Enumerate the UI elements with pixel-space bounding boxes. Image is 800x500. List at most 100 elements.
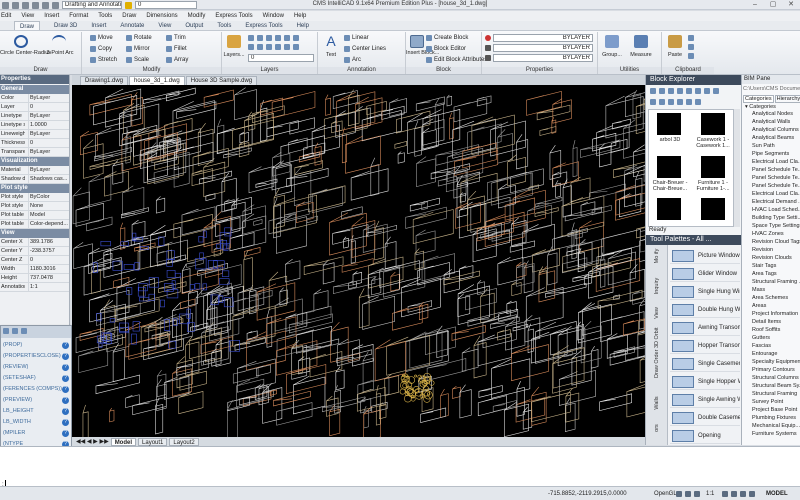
- bim-category-item[interactable]: Plumbing Fixtures: [752, 415, 800, 422]
- property-value[interactable]: 389.1786: [28, 238, 69, 246]
- be-search-icon[interactable]: [686, 99, 692, 105]
- layers-button[interactable]: Layers...: [222, 52, 246, 58]
- grid-icon[interactable]: [685, 491, 691, 497]
- bim-category-item[interactable]: HVAC Zones: [752, 231, 800, 238]
- be-forward-icon[interactable]: [668, 88, 674, 94]
- doc-tab-drawing1[interactable]: Drawing1.dwg: [80, 76, 129, 85]
- be-insert-icon[interactable]: [650, 99, 656, 105]
- save-icon[interactable]: [22, 1, 29, 9]
- help-icon[interactable]: ?: [62, 408, 69, 415]
- undo-icon[interactable]: [42, 1, 49, 9]
- tab-view[interactable]: View: [158, 21, 171, 30]
- menu-modify[interactable]: Modify: [188, 11, 206, 21]
- bim-category-item[interactable]: Electrical Load Cla...: [752, 191, 800, 198]
- property-value[interactable]: -238.3757: [28, 247, 69, 255]
- tab-output[interactable]: Output: [185, 21, 203, 30]
- rotate-button[interactable]: Rotate: [126, 35, 152, 41]
- bim-category-item[interactable]: Stair Tags: [752, 263, 800, 270]
- bim-category-item[interactable]: Structural Beam Sy...: [752, 383, 800, 390]
- property-row[interactable]: Annotation scale1:1: [0, 283, 69, 292]
- scale-button[interactable]: Scale: [126, 57, 149, 63]
- help-icon[interactable]: ?: [62, 386, 69, 393]
- lineweight-toggle-icon[interactable]: [749, 491, 755, 497]
- text-icon[interactable]: A: [322, 33, 340, 49]
- menu-express-tools[interactable]: Express Tools: [215, 11, 252, 21]
- menu-edit[interactable]: Edit: [1, 11, 11, 21]
- property-value[interactable]: ByColor: [28, 193, 69, 201]
- bim-category-item[interactable]: Analytical Columns: [752, 127, 800, 134]
- property-row[interactable]: Linetype scale1.0000: [0, 121, 69, 130]
- help-icon[interactable]: ?: [62, 342, 69, 349]
- property-value[interactable]: ByLayer: [28, 148, 69, 156]
- command-history-item[interactable]: LB_HEIGHT?: [3, 406, 71, 417]
- bim-category-item[interactable]: Area Schemes: [752, 295, 800, 302]
- history-settings-icon[interactable]: [21, 328, 27, 334]
- cut-icon[interactable]: [688, 35, 694, 41]
- command-history-item[interactable]: (PROPERTIESCLOSE)?: [3, 351, 71, 362]
- bim-category-item[interactable]: Space Type Settings: [752, 223, 800, 230]
- palette-side-tab[interactable]: Inquiry: [654, 276, 660, 296]
- property-row[interactable]: Height 737.0478: [0, 274, 69, 283]
- bim-category-item[interactable]: Furniture Systems: [752, 431, 800, 438]
- property-row[interactable]: Plot table attachedModel: [0, 211, 69, 220]
- palette-side-tab[interactable]: Mo ify: [654, 246, 660, 266]
- command-history-item[interactable]: (SETESHAF)?: [3, 373, 71, 384]
- bim-root-node[interactable]: ▾ Categories: [745, 104, 776, 111]
- fillet-button[interactable]: Fillet: [166, 46, 187, 52]
- minimize-button[interactable]: –: [746, 0, 764, 10]
- command-history-item[interactable]: LB_WIDTH?: [3, 417, 71, 428]
- bim-category-item[interactable]: Analytical Beams: [752, 135, 800, 142]
- match-properties-icon[interactable]: [688, 53, 694, 59]
- bim-category-item[interactable]: Mass: [752, 287, 800, 294]
- palette-side-tab[interactable]: View: [654, 303, 660, 323]
- layout-tab-layout1[interactable]: Layout1: [138, 437, 168, 446]
- layout-tab-model[interactable]: Model: [110, 437, 137, 446]
- layer-delete-icon[interactable]: [284, 44, 290, 50]
- block-thumb-arbol[interactable]: [657, 113, 681, 135]
- layer-previous-icon[interactable]: [257, 44, 263, 50]
- drawing-viewport[interactable]: [72, 85, 645, 437]
- bim-category-item[interactable]: Area Tags: [752, 271, 800, 278]
- measure-button[interactable]: Measure: [626, 52, 656, 58]
- bim-category-item[interactable]: Analytical Nodes: [752, 111, 800, 118]
- open-file-icon[interactable]: [12, 1, 19, 9]
- layer-thaw-icon[interactable]: [293, 44, 299, 50]
- doc-tab-house-3d-sample[interactable]: House 3D Sample.dwg: [185, 76, 258, 85]
- paste-button[interactable]: Paste: [662, 52, 688, 58]
- tab-tools[interactable]: Tools: [217, 21, 231, 30]
- property-value[interactable]: Shadows cas...: [28, 175, 69, 183]
- property-row[interactable]: TransparencyByLayer: [0, 148, 69, 157]
- text-button[interactable]: Text: [320, 52, 342, 58]
- bim-category-item[interactable]: Panel Schedule Te...: [752, 167, 800, 174]
- model-space-indicator[interactable]: MODEL: [766, 487, 788, 500]
- color-select[interactable]: BYLAYER: [493, 34, 593, 42]
- bim-category-item[interactable]: Revision: [752, 247, 800, 254]
- polar-icon[interactable]: [722, 491, 728, 497]
- command-history-item[interactable]: (REVIEW)?: [3, 362, 71, 373]
- redo-icon[interactable]: [52, 1, 59, 9]
- stretch-button[interactable]: Stretch: [90, 57, 117, 63]
- mirror-button[interactable]: Mirror: [126, 46, 150, 52]
- tab-draw[interactable]: Draw: [14, 21, 41, 30]
- bim-category-item[interactable]: Structural Framing: [752, 391, 800, 398]
- linetype-select[interactable]: BYLAYER: [493, 44, 593, 52]
- layout-tab-layout2[interactable]: Layout2: [169, 437, 199, 446]
- help-icon[interactable]: ?: [62, 419, 69, 426]
- bim-category-item[interactable]: Areas: [752, 303, 800, 310]
- property-row[interactable]: Shadow displayShadows cas...: [0, 175, 69, 184]
- menu-view[interactable]: View: [21, 11, 34, 21]
- bim-category-item[interactable]: Analytical Walls: [752, 119, 800, 126]
- property-row[interactable]: Plot style tableNone: [0, 202, 69, 211]
- property-value[interactable]: 0: [28, 139, 69, 147]
- property-value[interactable]: Color-depend...: [28, 220, 69, 228]
- tab-help[interactable]: Help: [297, 21, 309, 30]
- otrack-icon[interactable]: [740, 491, 746, 497]
- bim-category-item[interactable]: Mechanical Equip...: [752, 423, 800, 430]
- history-search-icon[interactable]: [12, 328, 18, 334]
- property-value[interactable]: ByLayer: [28, 130, 69, 138]
- bim-category-item[interactable]: Gutters: [752, 335, 800, 342]
- copy-button[interactable]: Copy: [90, 46, 112, 52]
- copy-clip-icon[interactable]: [688, 44, 694, 50]
- be-cut-icon[interactable]: [677, 88, 683, 94]
- workspace-select[interactable]: Drafting and Annotation: [62, 1, 122, 9]
